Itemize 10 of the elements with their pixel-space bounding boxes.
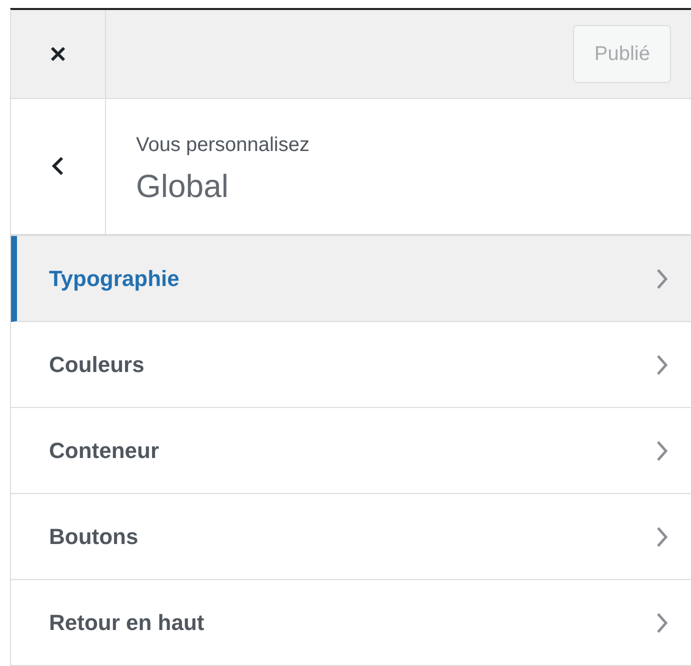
chevron-right-icon <box>655 352 669 376</box>
panel-title: Global <box>136 170 230 202</box>
chevron-right-icon <box>655 610 669 634</box>
customizing-label: Vous personnalisez <box>136 133 310 158</box>
back-icon <box>51 155 65 178</box>
chevron-right-icon <box>655 438 669 462</box>
menu-item[interactable]: Typographie <box>11 236 691 322</box>
chevron-right-icon <box>655 524 669 548</box>
chevron-right-icon <box>655 266 669 290</box>
close-icon <box>49 44 67 63</box>
